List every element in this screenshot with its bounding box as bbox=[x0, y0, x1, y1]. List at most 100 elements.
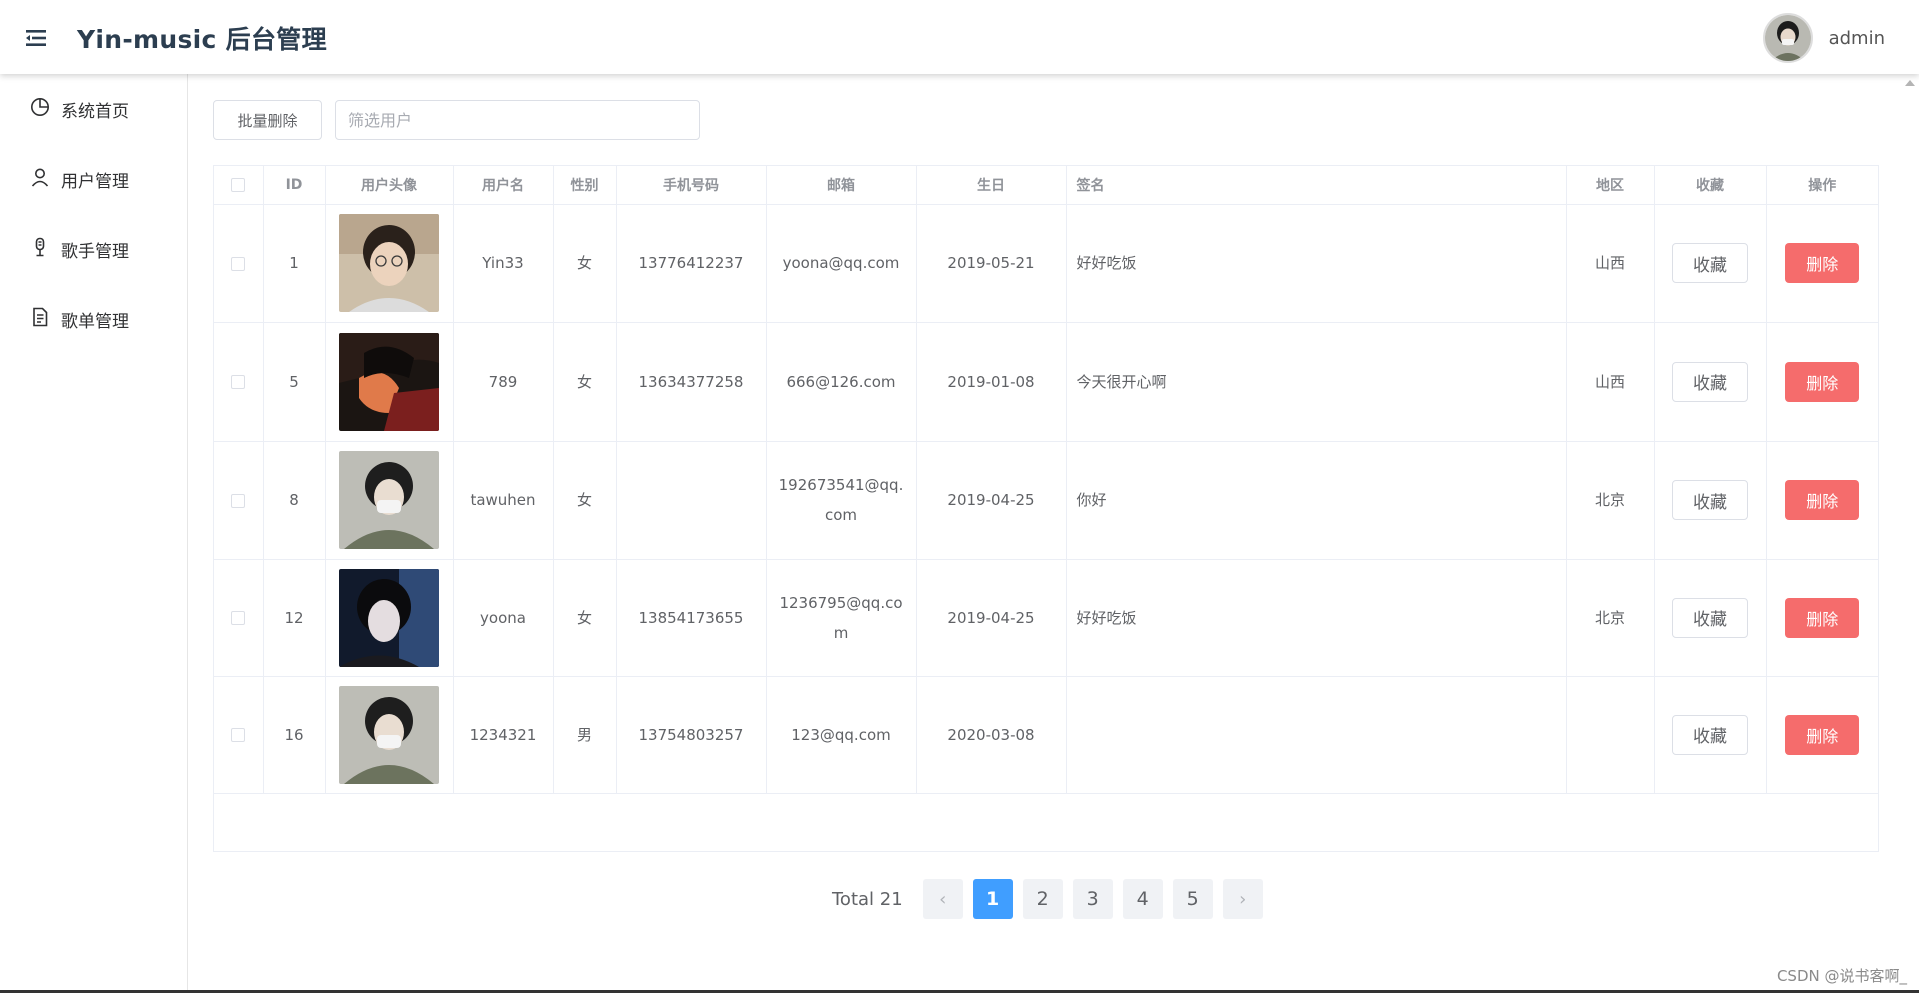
sidebar-item-label: 歌单管理 bbox=[61, 311, 129, 332]
column-header[interactable]: 用户名 bbox=[453, 166, 554, 205]
user-photo bbox=[339, 685, 439, 784]
top-header: Yin-music 后台管理 admin bbox=[0, 0, 1919, 74]
sidebar-item-playlists[interactable]: 歌单管理 bbox=[0, 284, 187, 354]
delete-button[interactable]: 删除 bbox=[1785, 597, 1860, 638]
id-cell: 5 bbox=[263, 322, 326, 442]
users-table: ID 用户头像 用户名 性别 手机号码 邮箱 生日 签名 地区 收藏 操作 1 … bbox=[213, 165, 1879, 852]
sidebar-item-label: 系统首页 bbox=[61, 101, 129, 122]
column-header[interactable]: 生日 bbox=[916, 166, 1067, 205]
avatar-cell bbox=[325, 441, 454, 560]
prev-page-button[interactable]: ‹ bbox=[922, 879, 963, 919]
page-button-4[interactable]: 4 bbox=[1122, 879, 1163, 919]
favorite-cell: 收藏 bbox=[1654, 559, 1767, 677]
sidebar-item-users[interactable]: 用户管理 bbox=[0, 144, 187, 214]
pagination: Total 21 ‹ 1 2 3 4 5 › bbox=[832, 879, 1273, 919]
gender-cell: 女 bbox=[553, 441, 617, 560]
column-header[interactable]: 收藏 bbox=[1654, 166, 1767, 205]
region-cell: 北京 bbox=[1566, 441, 1655, 560]
toolbar: 批量删除 bbox=[213, 100, 700, 140]
table-row: 5 789 女 13634377258 666@126.com 2019-01-… bbox=[214, 322, 1878, 442]
row-checkbox[interactable] bbox=[231, 256, 246, 271]
table-row: 12 yoona 女 13854173655 1236795@qq.com 20… bbox=[214, 559, 1878, 677]
sidebar-item-label: 歌手管理 bbox=[61, 241, 129, 262]
delete-button[interactable]: 删除 bbox=[1785, 714, 1860, 755]
actions-cell: 删除 bbox=[1766, 559, 1878, 677]
watermark: CSDN @说书客啊_ bbox=[1776, 967, 1907, 985]
phone-cell: 13854173655 bbox=[616, 559, 767, 677]
birthday-cell: 2020-03-08 bbox=[916, 676, 1067, 794]
next-page-button[interactable]: › bbox=[1222, 879, 1263, 919]
table-row: 16 1234321 男 13754803257 123@qq.com 2020… bbox=[214, 676, 1878, 794]
favorite-button[interactable]: 收藏 bbox=[1672, 597, 1748, 638]
favorite-button[interactable]: 收藏 bbox=[1672, 243, 1748, 283]
page-button-2[interactable]: 2 bbox=[1022, 879, 1063, 919]
user-menu[interactable]: admin bbox=[1762, 13, 1885, 63]
column-header[interactable]: 邮箱 bbox=[766, 166, 917, 205]
column-header[interactable]: ID bbox=[263, 166, 326, 205]
favorite-button[interactable]: 收藏 bbox=[1672, 480, 1748, 520]
phone-cell bbox=[616, 441, 767, 560]
row-checkbox[interactable] bbox=[231, 375, 246, 389]
avatar-cell bbox=[325, 204, 454, 323]
region-cell bbox=[1566, 676, 1655, 794]
user-photo bbox=[339, 332, 439, 431]
gender-cell: 女 bbox=[553, 204, 617, 323]
region-cell: 北京 bbox=[1566, 559, 1655, 677]
column-header[interactable]: 手机号码 bbox=[616, 166, 767, 205]
column-header[interactable]: 签名 bbox=[1066, 166, 1567, 205]
select-all-checkbox[interactable] bbox=[231, 177, 246, 192]
row-select-cell bbox=[214, 559, 264, 677]
delete-button[interactable]: 删除 bbox=[1785, 480, 1860, 520]
row-checkbox[interactable] bbox=[231, 728, 246, 742]
table-row: 1 Yin33 女 13776412237 yoona@qq.com 2019-… bbox=[214, 204, 1878, 323]
birthday-cell: 2019-05-21 bbox=[916, 204, 1067, 323]
sidebar-item-dashboard[interactable]: 系统首页 bbox=[0, 74, 187, 144]
column-header[interactable]: 性别 bbox=[553, 166, 617, 205]
row-checkbox[interactable] bbox=[231, 611, 246, 625]
user-photo bbox=[339, 568, 439, 667]
scrollbar-up-arrow[interactable] bbox=[1905, 80, 1915, 86]
column-header[interactable]: 操作 bbox=[1766, 166, 1878, 205]
column-header[interactable]: 地区 bbox=[1566, 166, 1655, 205]
favorite-button[interactable]: 收藏 bbox=[1672, 714, 1748, 755]
email-cell: 123@qq.com bbox=[766, 676, 917, 794]
batch-delete-button[interactable]: 批量删除 bbox=[213, 100, 322, 140]
user-icon bbox=[30, 167, 61, 192]
user-photo bbox=[339, 214, 439, 312]
delete-button[interactable]: 删除 bbox=[1785, 361, 1860, 402]
pie-chart-icon bbox=[30, 97, 61, 122]
sidebar-item-singers[interactable]: 歌手管理 bbox=[0, 214, 187, 284]
app-title: Yin-music 后台管理 bbox=[77, 25, 327, 54]
birthday-cell: 2019-04-25 bbox=[916, 559, 1067, 677]
filter-users-input[interactable] bbox=[335, 100, 700, 140]
username-cell: 1234321 bbox=[453, 676, 554, 794]
birthday-cell: 2019-04-25 bbox=[916, 441, 1067, 560]
signature-cell: 你好 bbox=[1066, 441, 1567, 560]
delete-button[interactable]: 删除 bbox=[1785, 243, 1860, 283]
phone-cell: 13634377258 bbox=[616, 322, 767, 442]
page-button-1[interactable]: 1 bbox=[972, 879, 1013, 919]
actions-cell: 删除 bbox=[1766, 322, 1878, 442]
page-button-3[interactable]: 3 bbox=[1072, 879, 1113, 919]
user-photo bbox=[339, 451, 439, 549]
row-select-cell bbox=[214, 322, 264, 442]
email-cell: yoona@qq.com bbox=[766, 204, 917, 323]
phone-cell: 13776412237 bbox=[616, 204, 767, 323]
signature-cell: 今天很开心啊 bbox=[1066, 322, 1567, 442]
signature-cell bbox=[1066, 676, 1567, 794]
username-cell: 789 bbox=[453, 322, 554, 442]
gender-cell: 女 bbox=[553, 559, 617, 677]
page-button-5[interactable]: 5 bbox=[1172, 879, 1213, 919]
avatar-cell bbox=[325, 322, 454, 442]
column-header[interactable]: 用户头像 bbox=[325, 166, 454, 205]
menu-toggle-icon[interactable] bbox=[26, 27, 50, 49]
favorite-button[interactable]: 收藏 bbox=[1672, 361, 1748, 402]
row-select-cell bbox=[214, 441, 264, 560]
id-cell: 8 bbox=[263, 441, 326, 560]
row-checkbox[interactable] bbox=[231, 493, 246, 508]
sidebar-item-label: 用户管理 bbox=[61, 171, 129, 192]
avatar[interactable] bbox=[1762, 13, 1813, 63]
avatar-cell bbox=[325, 559, 454, 677]
actions-cell: 删除 bbox=[1766, 204, 1878, 323]
table-row: 8 tawuhen 女 192673541@qq.com 2019-04-25 … bbox=[214, 441, 1878, 560]
